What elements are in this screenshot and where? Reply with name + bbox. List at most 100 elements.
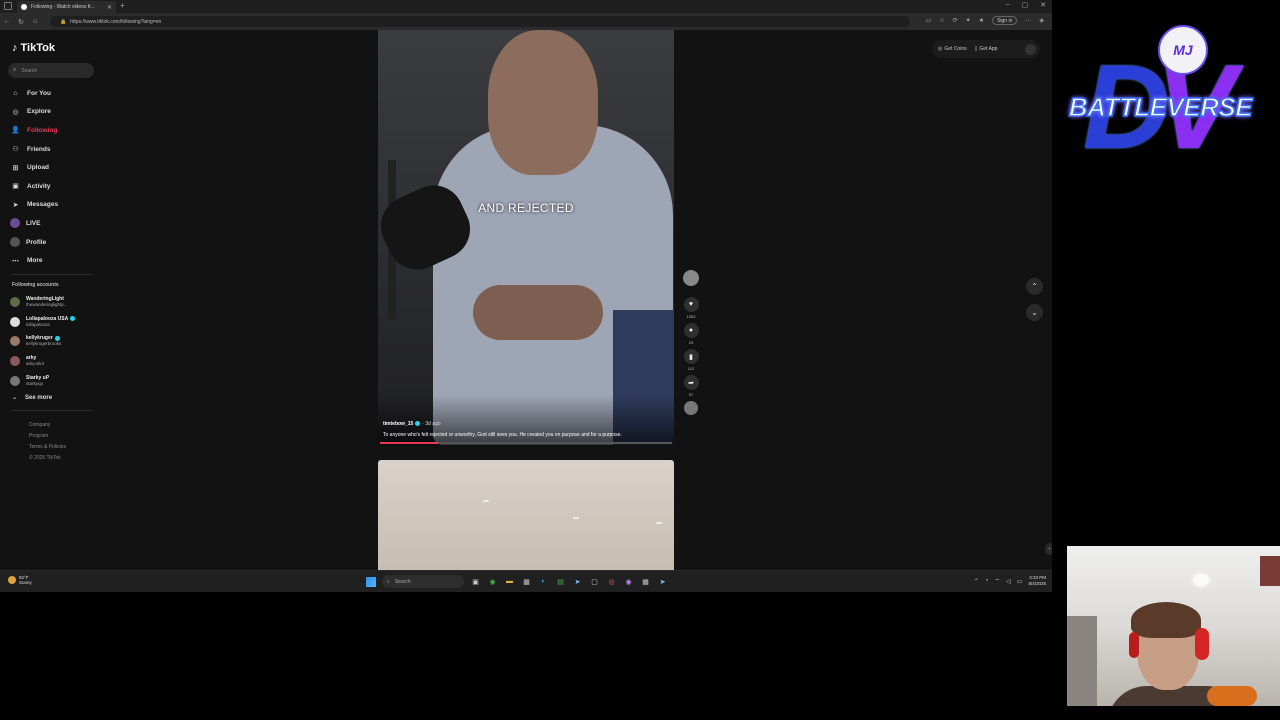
url-field[interactable]: 🔒 https://www.tiktok.com/following?lang=…: [50, 16, 910, 27]
sidebar-item-messages[interactable]: ➤ Messages: [10, 196, 100, 215]
footer-link-terms[interactable]: Terms & Policies: [29, 442, 66, 453]
video-person-hands: [473, 285, 603, 340]
tab-close-icon[interactable]: ✕: [107, 4, 112, 11]
account-item[interactable]: WanderingLight thewanderinglightp...: [10, 292, 105, 312]
video-author[interactable]: timtebow_15 · 3d ago: [383, 421, 441, 427]
tiktok-logo[interactable]: ♪ TikTok: [12, 42, 55, 54]
reader-icon[interactable]: ▭: [926, 17, 932, 24]
sign-in-button[interactable]: Sign in: [992, 16, 1018, 25]
see-more-button[interactable]: ⌄ See more: [12, 394, 52, 402]
copilot-icon[interactable]: ◈: [1039, 17, 1044, 24]
store-icon[interactable]: ▢: [589, 576, 600, 587]
next-video-preview[interactable]: [378, 460, 674, 570]
url-text: https://www.tiktok.com/following?lang=en: [70, 18, 162, 25]
sidebar-item-upload[interactable]: ⊞ Upload: [10, 158, 100, 177]
close-window-icon[interactable]: ✕: [1040, 1, 1046, 9]
comment-count: 23: [688, 340, 694, 345]
verified-icon: [54, 335, 60, 341]
volume-icon[interactable]: ◁: [1006, 578, 1011, 585]
minimize-icon[interactable]: –: [1006, 1, 1010, 9]
logo-text: TikTok: [20, 42, 55, 54]
weather-widget[interactable]: 82°F Sunny: [8, 575, 32, 585]
avatar: [683, 270, 699, 286]
profile-icon: [10, 237, 20, 248]
account-item[interactable]: arky arky.ark4: [10, 351, 105, 371]
account-item[interactable]: kellykruger kellykrugerbrooks: [10, 332, 105, 352]
xbox-icon[interactable]: ◉: [487, 576, 498, 587]
share-count: 97: [688, 392, 694, 397]
search-input[interactable]: ⌕ Search: [8, 63, 94, 78]
chevron-down-icon: ⌄: [12, 395, 18, 401]
taskbar-clock[interactable]: 3:33 PM 8/4/2025: [1028, 575, 1046, 587]
spreadsheet-icon[interactable]: ▤: [555, 576, 566, 587]
creator-avatar[interactable]: [681, 270, 701, 294]
sidebar-item-explore[interactable]: ◎ Explore: [10, 103, 100, 122]
video-player[interactable]: AND REJECTED timtebow_15 · 3d ago To anyo…: [378, 30, 674, 445]
edge-icon[interactable]: ◐: [538, 576, 549, 587]
sidebar-item-more[interactable]: ⋯ More: [10, 251, 100, 270]
steam-icon[interactable]: ➤: [572, 576, 583, 587]
system-tray: ⌃ ◔ ⌔ ◁ ▭ 3:33 PM 8/4/2025: [974, 575, 1046, 587]
collapse-arrow-icon[interactable]: ‹: [1045, 543, 1052, 555]
music-disc[interactable]: [681, 401, 701, 415]
app-icon[interactable]: ▦: [521, 576, 532, 587]
sidebar-item-profile[interactable]: Profile: [10, 233, 100, 252]
footer-links: Company Program Terms & Policies © 2025 …: [29, 420, 66, 464]
weather-desc: Sunny: [19, 580, 32, 585]
sidebar-item-activity[interactable]: ▣ Activity: [10, 177, 100, 196]
favorites-icon[interactable]: ★: [979, 17, 984, 24]
sidebar-item-friends[interactable]: ⚇ Friends: [10, 140, 100, 159]
search-icon: ⌕: [387, 578, 390, 585]
wifi-icon[interactable]: ⌔: [995, 577, 1001, 585]
next-video-button[interactable]: ⌄: [1026, 304, 1043, 321]
new-tab-icon[interactable]: +: [120, 1, 125, 10]
obs-icon[interactable]: ◉: [623, 576, 634, 587]
task-view-icon[interactable]: ▣: [470, 576, 481, 587]
chevron-down-icon: ⌄: [1031, 308, 1038, 317]
tray-expand-icon[interactable]: ⌃: [974, 578, 979, 585]
taskbar-search[interactable]: ⌕ Search: [382, 575, 464, 588]
verified-icon: [70, 315, 76, 321]
maximize-icon[interactable]: ▢: [1022, 1, 1029, 9]
reload-icon[interactable]: ↻: [14, 18, 28, 26]
extensions-icon[interactable]: ✦: [966, 17, 971, 24]
comment-button[interactable]: ● 23: [681, 323, 701, 346]
inbox-icon: ▣: [12, 183, 19, 191]
users-icon: 👤: [11, 127, 20, 135]
get-coins-button[interactable]: ◎ Get Coins: [938, 46, 967, 52]
sidebar-item-live[interactable]: LIVE: [10, 214, 100, 233]
back-icon[interactable]: ←: [0, 18, 14, 25]
window-menu-icon[interactable]: [4, 2, 12, 10]
get-app-button[interactable]: ▯ Get App: [975, 46, 998, 52]
account-name: WanderingLight: [26, 295, 64, 302]
file-explorer-icon[interactable]: ▬: [504, 576, 515, 587]
network-icon[interactable]: ◔: [985, 578, 989, 584]
footer-link-company[interactable]: Company: [29, 420, 66, 431]
save-button[interactable]: ▮ 112: [681, 349, 701, 372]
profile-avatar-icon[interactable]: [1025, 43, 1036, 55]
more-icon: ⋯: [12, 257, 19, 265]
favorite-star-icon[interactable]: ☆: [939, 17, 944, 24]
footer-link-program[interactable]: Program: [29, 431, 66, 442]
windows-start-icon[interactable]: [366, 576, 376, 587]
account-item[interactable]: Starky uP starkyup: [10, 371, 105, 391]
home-icon[interactable]: ⌂: [28, 18, 42, 25]
tab-following[interactable]: Following - Watch videos fr... ✕: [17, 1, 116, 13]
video-progress-bar[interactable]: [380, 442, 672, 444]
refresh-icon[interactable]: ⟳: [953, 17, 958, 24]
sidebar-item-following[interactable]: 👤 Following: [10, 121, 100, 140]
account-item[interactable]: Lollapalooza USA lollapalooza: [10, 312, 105, 332]
like-button[interactable]: ♥ 1393: [681, 297, 701, 320]
chrome-icon[interactable]: ◎: [606, 576, 617, 587]
previous-video-button[interactable]: ⌃: [1026, 278, 1043, 295]
share-button[interactable]: ➦ 97: [681, 375, 701, 398]
browser-menu-icon[interactable]: ⋯: [1025, 17, 1031, 24]
video-person-head: [488, 30, 598, 175]
battery-icon[interactable]: ▭: [1017, 578, 1023, 585]
save-count: 112: [687, 366, 695, 371]
lock-icon: 🔒: [60, 18, 67, 25]
app-icon[interactable]: ➤: [657, 576, 668, 587]
calculator-icon[interactable]: ▦: [640, 576, 651, 587]
divider: [10, 410, 92, 411]
sidebar-item-for-you[interactable]: ⌂ For You: [10, 84, 100, 103]
